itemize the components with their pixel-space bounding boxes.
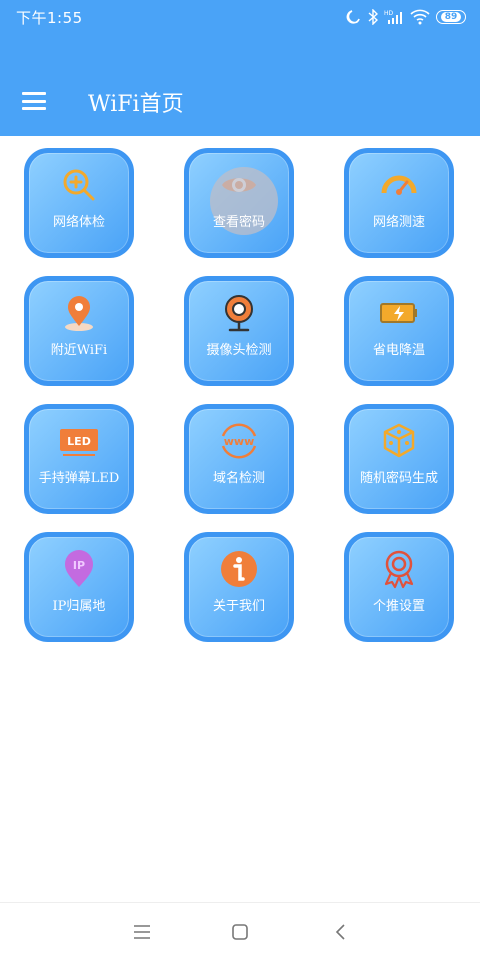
tile-view-password[interactable]: 查看密码 xyxy=(184,148,294,258)
tile-power-save[interactable]: 省电降温 xyxy=(344,276,454,386)
tile-label: 查看密码 xyxy=(212,215,265,230)
menu-button[interactable] xyxy=(22,92,46,110)
info-icon xyxy=(221,551,257,587)
tile-label: 个推设置 xyxy=(372,599,425,614)
tile-network-checkup[interactable]: 网络体检 xyxy=(24,148,134,258)
tile-random-password[interactable]: 随机密码生成 xyxy=(344,404,454,514)
wifi-icon xyxy=(410,9,430,25)
tile-label: 随机密码生成 xyxy=(359,471,438,486)
tile-push-settings[interactable]: 个推设置 xyxy=(344,532,454,642)
award-ribbon-icon xyxy=(384,550,414,589)
svg-text:LED: LED xyxy=(67,435,91,448)
tile-label: IP归属地 xyxy=(52,599,106,614)
tile-label: 网络体检 xyxy=(52,215,105,230)
tile-label: 摄像头检测 xyxy=(206,343,272,358)
screen: 下午1:55 HD 89 WiFi首页 网络体检 查看密码 网络测速 附近WiF… xyxy=(0,0,480,960)
recent-apps-icon[interactable] xyxy=(131,921,153,943)
dice-icon xyxy=(383,423,415,458)
menu-bar xyxy=(22,92,46,95)
tile-speed-test[interactable]: 网络测速 xyxy=(344,148,454,258)
tile-label: 网络测速 xyxy=(372,215,425,230)
tile-nearby-wifi[interactable]: 附近WiFi xyxy=(24,276,134,386)
tile-ip-location[interactable]: IP IP归属地 xyxy=(24,532,134,642)
menu-bar xyxy=(22,107,46,110)
tile-domain-check[interactable]: www 域名检测 xyxy=(184,404,294,514)
back-icon[interactable] xyxy=(330,921,352,943)
ip-pin-icon: IP xyxy=(65,550,93,587)
home-icon[interactable] xyxy=(229,921,251,943)
speedometer-icon xyxy=(381,175,417,195)
battery-charging-icon xyxy=(380,303,417,323)
menu-bar xyxy=(22,99,46,103)
svg-text:HD: HD xyxy=(384,10,394,17)
page-title: WiFi首页 xyxy=(88,92,184,117)
moon-icon xyxy=(346,10,360,24)
app-bar: 下午1:55 HD 89 WiFi首页 xyxy=(0,0,480,136)
tile-label: 省电降温 xyxy=(372,343,425,358)
system-nav-bar xyxy=(0,902,480,960)
tile-about-us[interactable]: 关于我们 xyxy=(184,532,294,642)
tile-label: 域名检测 xyxy=(212,471,265,486)
battery-level: 89 xyxy=(440,12,462,22)
battery-icon: 89 xyxy=(436,10,466,24)
svg-text:IP: IP xyxy=(73,559,85,572)
tile-camera-detect[interactable]: 摄像头检测 xyxy=(184,276,294,386)
status-icons: HD 89 xyxy=(346,6,466,28)
status-bar: 下午1:55 HD 89 xyxy=(0,0,480,34)
webcam-icon xyxy=(225,295,253,332)
tile-led-banner[interactable]: LED 手持弹幕LED xyxy=(24,404,134,514)
led-sign-icon: LED xyxy=(60,429,98,456)
status-time: 下午1:55 xyxy=(16,9,83,27)
tile-label: 手持弹幕LED xyxy=(38,471,120,486)
magnifier-plus-icon xyxy=(63,169,95,201)
tile-label: 关于我们 xyxy=(212,599,265,614)
signal-icon: HD xyxy=(384,10,402,24)
svg-text:www: www xyxy=(224,435,255,448)
location-pin-icon xyxy=(65,296,93,331)
www-globe-icon: www xyxy=(221,423,257,459)
tile-label: 附近WiFi xyxy=(50,343,108,358)
bluetooth-icon xyxy=(368,9,378,25)
